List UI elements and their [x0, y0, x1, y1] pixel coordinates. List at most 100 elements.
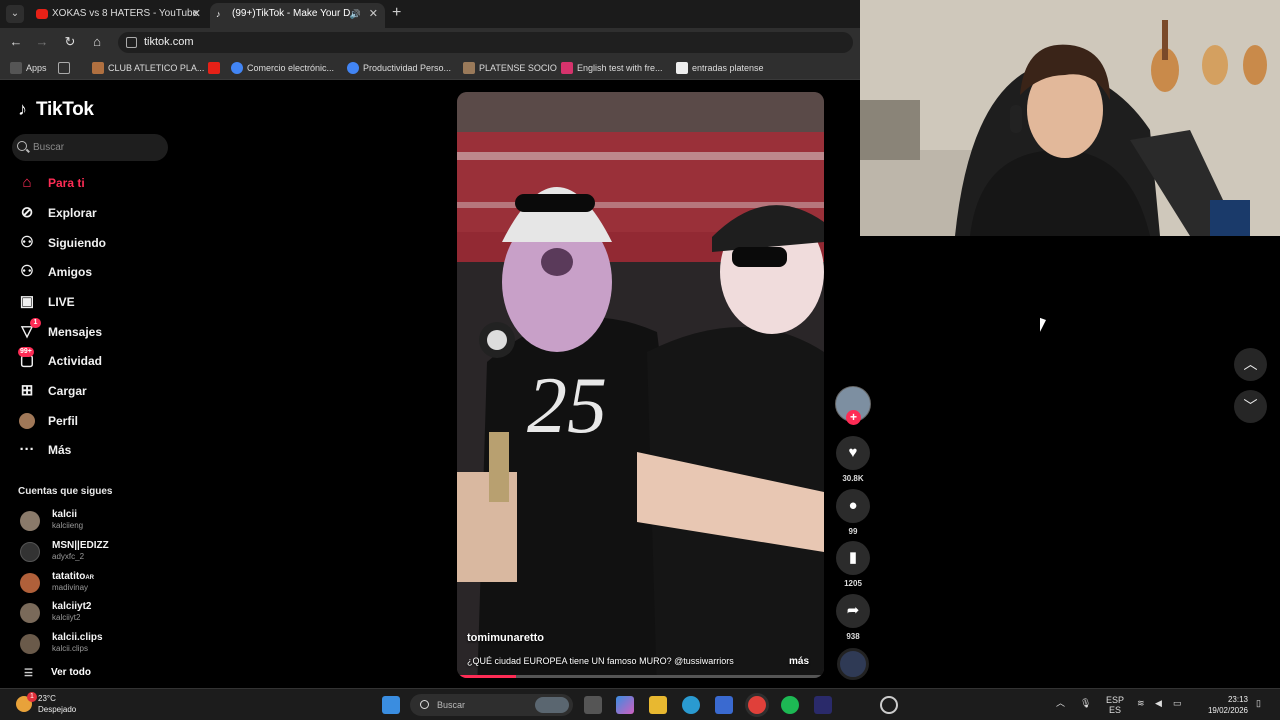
windows-taskbar: 1 23°C Despejado Buscar ︿ 🎙 ESP ES ≋ ◀ ▭…: [0, 688, 1280, 720]
edge-icon[interactable]: [682, 696, 700, 714]
show-hidden-icons[interactable]: ︿: [1056, 698, 1065, 708]
music-disc-icon[interactable]: [837, 648, 869, 680]
account-name-text: tatatito: [52, 571, 86, 582]
nav-mas[interactable]: ··· Más: [18, 439, 72, 461]
bookmark-english-test[interactable]: English test with fre...: [561, 61, 663, 75]
address-bar[interactable]: tiktok.com: [118, 32, 853, 53]
comment-button[interactable]: ●: [836, 489, 870, 523]
tab-tiktok[interactable]: ♪ (99+)TikTok - Make Your D 🔊 ✕: [210, 3, 385, 28]
tab-close-icon[interactable]: ✕: [369, 3, 378, 25]
following-account[interactable]: MSN||EDIZZ adyxfc_2: [18, 539, 178, 567]
tab-audio-icon[interactable]: 🔊: [350, 3, 361, 25]
bookmark-productividad[interactable]: Productividad Perso...: [347, 61, 451, 75]
chrome-icon[interactable]: [748, 696, 766, 714]
taskbar-search[interactable]: Buscar: [410, 694, 573, 716]
follow-plus-icon[interactable]: +: [846, 410, 861, 425]
reload-icon[interactable]: ↻: [61, 33, 79, 51]
tab-youtube[interactable]: XOKAS vs 8 HATERS - YouTube ✕: [30, 3, 208, 28]
like-button[interactable]: ♥: [836, 436, 870, 470]
nav-cargar[interactable]: ⊞ Cargar: [18, 380, 87, 402]
nav-label: Siguiendo: [48, 236, 106, 250]
video-frame: 25: [457, 92, 824, 678]
platense-favicon-icon: [463, 62, 475, 74]
bookmark-apps[interactable]: Apps: [10, 61, 47, 75]
back-icon[interactable]: ←: [7, 33, 25, 51]
volume-icon[interactable]: ◀: [1155, 698, 1162, 708]
account-username: kalciiyt2: [52, 613, 81, 622]
clock[interactable]: 23:13 19/02/2026: [1198, 694, 1248, 716]
search-icon: [17, 141, 27, 151]
task-view-icon[interactable]: [584, 696, 602, 714]
search-icon: [420, 700, 429, 709]
wifi-icon[interactable]: ≋: [1137, 698, 1145, 708]
nav-para-ti[interactable]: ⌂ Para ti: [18, 172, 85, 194]
home-icon[interactable]: ⌂: [88, 33, 106, 51]
tiktok-favicon-icon: ♪: [216, 9, 221, 19]
share-count: 938: [846, 632, 860, 641]
apps-grid-icon: [10, 62, 22, 74]
weather-widget[interactable]: 1 23°C Despejado: [14, 692, 124, 717]
bookmark-club-atletico[interactable]: CLUB ATLETICO PLA...: [92, 61, 204, 75]
bookmark-entradas[interactable]: entradas platense: [676, 61, 764, 75]
site-info-icon[interactable]: [126, 37, 137, 48]
profile-avatar-icon: [18, 412, 36, 430]
language-indicator[interactable]: ESP ES: [1104, 695, 1126, 715]
more-icon: ···: [19, 441, 35, 458]
file-explorer-icon[interactable]: [649, 696, 667, 714]
previous-video-button[interactable]: ︿: [1234, 348, 1267, 381]
notifications-icon[interactable]: ▯: [1256, 698, 1261, 708]
nav-explorar[interactable]: ⊘ Explorar: [18, 202, 97, 224]
save-button[interactable]: ▮: [836, 541, 870, 575]
tab-title: XOKAS vs 8 HATERS - YouTube: [52, 8, 199, 19]
microphone-icon[interactable]: 🎙: [1080, 698, 1091, 708]
bookmark-platense-socio[interactable]: PLATENSE SOCIO: [463, 61, 557, 75]
bookmark-comercio[interactable]: Comercio electrónic...: [231, 61, 334, 75]
video-progress-bar[interactable]: [457, 675, 824, 678]
bookmark-grid[interactable]: [58, 61, 74, 75]
new-tab-icon[interactable]: +: [392, 4, 401, 22]
account-username: kalciieng: [52, 521, 84, 530]
share-button[interactable]: ➦: [836, 594, 870, 628]
bookmark-youtube[interactable]: [208, 61, 224, 75]
nav-actividad[interactable]: ▢ 99+ Actividad: [18, 347, 102, 372]
store-icon[interactable]: [715, 696, 733, 714]
following-account[interactable]: kalciiyt2 kalciiyt2: [18, 600, 178, 628]
club-favicon-icon: [92, 62, 104, 74]
search-input[interactable]: Buscar: [12, 134, 168, 161]
bookmark-label: English test with fre...: [577, 63, 663, 73]
next-video-button[interactable]: ﹀: [1234, 390, 1267, 423]
following-account[interactable]: tatatitoAR madivinay: [18, 570, 178, 598]
following-account[interactable]: kalcii.clips kalcii.clips: [18, 631, 178, 659]
nav-live[interactable]: ▣ LIVE: [18, 291, 75, 313]
chevron-down-icon: ﹀: [1243, 398, 1258, 414]
account-name: kalcii: [52, 509, 78, 520]
tiktok-logo[interactable]: ♪ TikTok: [18, 99, 94, 121]
tab-search-chevron-icon[interactable]: ⌄: [6, 5, 24, 23]
battery-icon[interactable]: ▭: [1173, 698, 1182, 708]
nav-mensajes[interactable]: ▽ 1 Mensajes: [18, 318, 102, 343]
account-username: madivinay: [52, 583, 89, 592]
nav-amigos[interactable]: ⚇ Amigos: [18, 261, 92, 283]
spotify-icon[interactable]: [781, 696, 799, 714]
video-player[interactable]: 25 tomimunaretto ¿QUÉ ciudad EUROPEA tie…: [457, 92, 824, 678]
app-icon[interactable]: [814, 696, 832, 714]
copilot-icon[interactable]: [616, 696, 634, 714]
more-link[interactable]: más: [789, 656, 809, 667]
obs-icon[interactable]: [880, 696, 898, 714]
following-section-title: Cuentas que sigues: [18, 486, 113, 497]
mouse-cursor-icon: [1040, 317, 1052, 337]
bookmarks-bar: Apps CLUB ATLETICO PLA... Comercio elect…: [0, 56, 860, 80]
following-account[interactable]: kalcii kalciieng: [18, 508, 178, 536]
forward-icon[interactable]: →: [33, 33, 51, 51]
share-icon: ➦: [846, 602, 860, 619]
see-all-link[interactable]: ☰ Ver todo: [18, 667, 91, 679]
nav-perfil[interactable]: Perfil: [18, 410, 78, 432]
tab-close-icon[interactable]: ✕: [192, 3, 201, 25]
nav-siguiendo[interactable]: ⚇ Siguiendo: [18, 232, 106, 254]
video-description: ¿QUÉ ciudad EUROPEA tiene UN famoso MURO…: [467, 656, 734, 666]
nav-label: Para ti: [48, 176, 85, 190]
windows-start-icon[interactable]: [382, 696, 400, 714]
document-icon: [676, 62, 688, 74]
video-author[interactable]: tomimunaretto: [467, 632, 544, 644]
weather-condition: Despejado: [38, 705, 77, 714]
